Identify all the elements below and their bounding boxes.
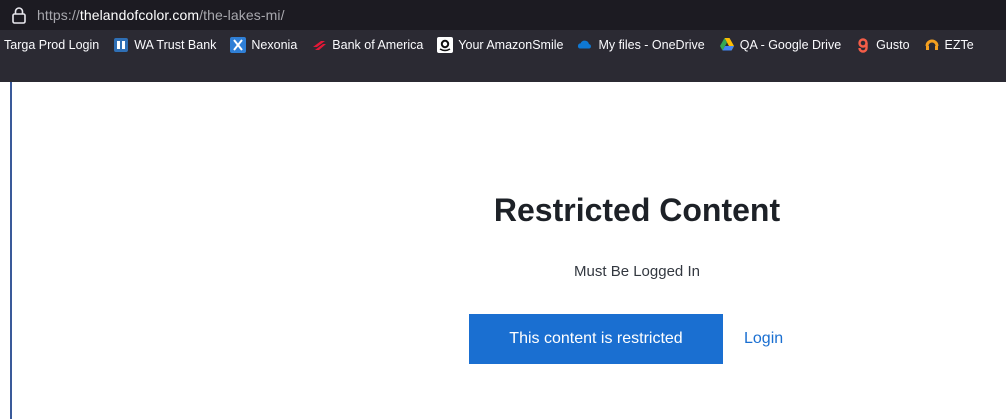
- address-bar[interactable]: https://thelandofcolor.com/the-lakes-mi/: [0, 0, 1006, 30]
- ez-icon: [924, 37, 940, 53]
- bookmark-label: Nexonia: [251, 38, 298, 52]
- page-content: Restricted Content Must Be Logged In Thi…: [10, 82, 1006, 419]
- url-scheme: https://: [37, 7, 80, 23]
- gusto-icon: [855, 37, 871, 53]
- url-path: /the-lakes-mi/: [199, 7, 285, 23]
- bookmark-label: QA - Google Drive: [739, 38, 842, 52]
- bookmark-label: Your AmazonSmile: [458, 38, 564, 52]
- bookmark-ezte[interactable]: EZTe: [924, 35, 974, 55]
- bookmark-nexonia[interactable]: Nexonia: [230, 35, 297, 55]
- restricted-content-button[interactable]: This content is restricted: [469, 314, 723, 364]
- bookmark-targa-prod-login[interactable]: Targa Prod Login: [4, 35, 99, 55]
- bookmark-label: WA Trust Bank: [134, 38, 217, 52]
- bookmark-amazonsmile[interactable]: Your AmazonSmile: [437, 35, 563, 55]
- url-text[interactable]: https://thelandofcolor.com/the-lakes-mi/: [37, 7, 285, 23]
- bookmark-label: EZTe: [944, 38, 974, 52]
- bookmark-gusto[interactable]: Gusto: [855, 35, 910, 55]
- bookmark-label: Targa Prod Login: [4, 38, 100, 52]
- cloud-icon: [577, 37, 593, 53]
- bookmark-label: My files - OneDrive: [598, 38, 705, 52]
- bookmark-label: Gusto: [876, 38, 910, 52]
- bookmark-onedrive[interactable]: My files - OneDrive: [577, 35, 705, 55]
- drive-icon: [719, 37, 735, 53]
- bookmarks-toolbar: Targa Prod Login WA Trust Bank Nexonia B…: [0, 30, 1006, 82]
- amazon-icon: [437, 37, 454, 53]
- bookmark-label: Bank of America: [332, 38, 424, 52]
- bookmark-wa-trust-bank[interactable]: WA Trust Bank: [113, 35, 216, 55]
- lock-icon[interactable]: [10, 5, 28, 25]
- page-title: Restricted Content: [493, 192, 781, 228]
- url-host: thelandofcolor.com: [79, 7, 200, 23]
- page-subtitle: Must Be Logged In: [574, 263, 700, 280]
- login-link[interactable]: Login: [744, 330, 783, 348]
- x-icon: [230, 37, 247, 53]
- bookmark-google-drive[interactable]: QA - Google Drive: [719, 35, 841, 55]
- boa-icon: [311, 37, 327, 53]
- bank-icon: [113, 37, 129, 53]
- bookmark-bank-of-america[interactable]: Bank of America: [311, 35, 423, 55]
